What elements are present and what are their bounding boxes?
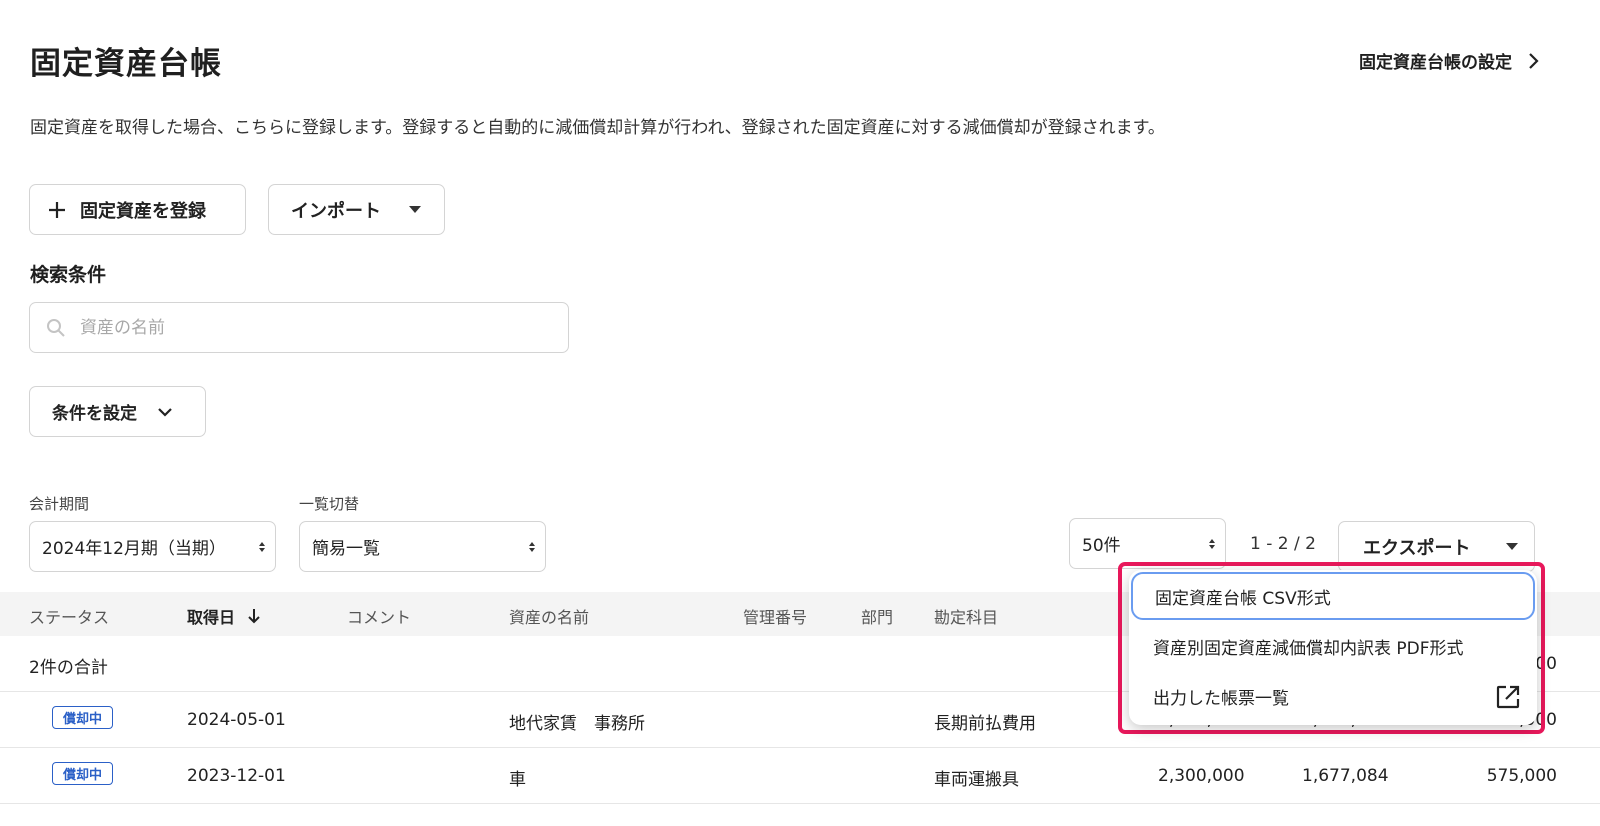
acquisition-cost: 2,300,000 [1158, 766, 1245, 786]
page-description: 固定資産を取得した場合、こちらに登録します。登録すると自動的に減価償却計算が行わ… [30, 118, 1165, 138]
caret-down-icon [409, 206, 421, 213]
search-input[interactable] [80, 317, 520, 338]
search-heading: 検索条件 [30, 264, 107, 286]
status-badge: 償却中 [52, 706, 114, 729]
import-button[interactable]: インポート [268, 184, 445, 235]
sort-descending-icon [248, 609, 260, 624]
acquisition-date: 2024-05-01 [187, 710, 286, 730]
column-management-number[interactable]: 管理番号 [743, 604, 807, 628]
chevron-down-icon [158, 407, 172, 417]
period-select[interactable]: 2024年12月期（当期） [29, 521, 276, 572]
total-label: 2件の合計 [29, 658, 108, 678]
external-link-icon [1496, 685, 1520, 709]
select-arrows-icon [529, 541, 535, 552]
column-department[interactable]: 部門 [861, 604, 893, 628]
output-reports-list-label: 出力した帳票一覧 [1153, 688, 1289, 709]
column-account[interactable]: 勘定科目 [934, 604, 998, 628]
export-label: エクスポート [1363, 537, 1471, 559]
status-badge: 償却中 [52, 762, 114, 785]
table-row[interactable]: 償却中 2023-12-01 車 車両運搬具 2,300,000 1,677,0… [0, 748, 1600, 804]
account-name: 車両運搬具 [934, 770, 1019, 790]
export-pdf-item[interactable]: 資産別固定資産減価償却内訳表 PDF形式 [1131, 622, 1535, 670]
book-value-start: 1,677,084 [1302, 766, 1389, 786]
column-acquisition-date[interactable]: 取得日 [187, 604, 261, 628]
import-label: インポート [291, 200, 381, 222]
register-asset-label: 固定資産を登録 [80, 200, 206, 222]
export-menu: 固定資産台帳 CSV形式 資産別固定資産減価償却内訳表 PDF形式 出力した帳票… [1129, 570, 1537, 725]
view-value: 簡易一覧 [312, 539, 380, 559]
chevron-right-icon [1529, 52, 1539, 69]
column-acquisition-date-label: 取得日 [187, 608, 236, 627]
acquisition-date: 2023-12-01 [187, 766, 286, 786]
settings-link-label: 固定資産台帳の設定 [1359, 53, 1512, 73]
caret-down-icon [1506, 543, 1519, 550]
per-page-value: 50件 [1082, 536, 1121, 556]
depreciation-amount: 575,000 [1486, 766, 1557, 786]
column-comment[interactable]: コメント [347, 604, 411, 628]
set-conditions-label: 条件を設定 [52, 404, 137, 424]
column-status[interactable]: ステータス [29, 604, 109, 628]
select-arrows-icon [1209, 538, 1215, 549]
search-field[interactable] [29, 302, 569, 353]
period-value: 2024年12月期（当期） [42, 539, 226, 559]
plus-icon [49, 201, 65, 218]
page-title: 固定資産台帳 [30, 46, 222, 82]
account-name: 長期前払費用 [934, 714, 1036, 734]
register-asset-button[interactable]: 固定資産を登録 [29, 184, 246, 235]
search-icon [47, 318, 65, 337]
asset-name: 車 [509, 770, 526, 790]
select-arrows-icon [259, 541, 265, 552]
period-label: 会計期間 [29, 495, 90, 513]
pagination-count: 1 - 2 / 2 [1250, 534, 1316, 554]
fixed-asset-settings-link[interactable]: 固定資産台帳の設定 [1359, 48, 1540, 73]
view-select[interactable]: 簡易一覧 [299, 521, 546, 572]
set-conditions-button[interactable]: 条件を設定 [29, 386, 206, 437]
column-asset-name[interactable]: 資産の名前 [509, 604, 589, 628]
output-reports-list-item[interactable]: 出力した帳票一覧 [1131, 672, 1535, 720]
view-label: 一覧切替 [299, 495, 360, 513]
asset-name: 地代家賃 事務所 [509, 714, 645, 734]
export-csv-item[interactable]: 固定資産台帳 CSV形式 [1131, 572, 1535, 620]
